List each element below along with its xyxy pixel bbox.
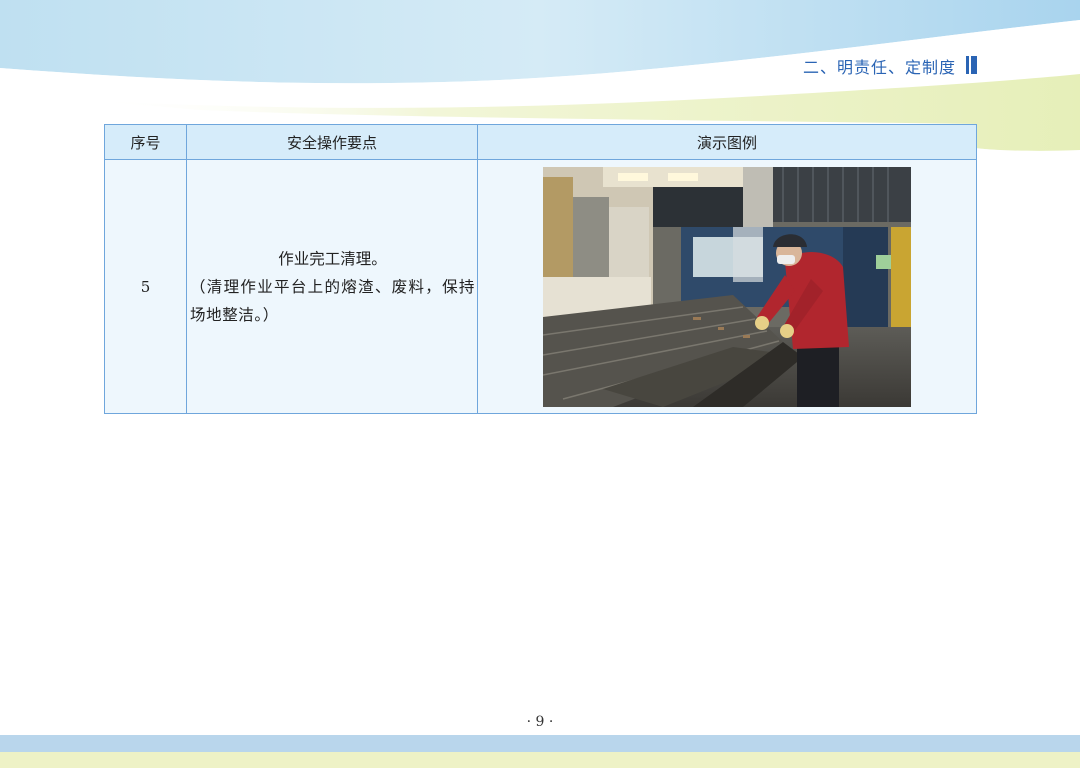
page-number: · 9 · (526, 714, 554, 730)
table-row: 5 作业完工清理。 （清理作业平台上的熔渣、废料，保持场地整洁。） (104, 159, 977, 414)
column-header-illustration: 演示图例 (477, 124, 977, 160)
worker-cleaning-platform-photo (543, 166, 911, 407)
row-key-point: 作业完工清理。 （清理作业平台上的熔渣、废料，保持场地整洁。） (186, 159, 478, 414)
document-page: 二、明责任、定制度 序号 安全操作要点 演示图例 5 作业完工清理。 （清理作业… (0, 0, 1080, 768)
key-point-note: （清理作业平台上的熔渣、废料，保持场地整洁。） (190, 277, 475, 324)
chapter-marker-icon (966, 56, 978, 74)
row-number: 5 (104, 159, 187, 414)
table-header-row: 序号 安全操作要点 演示图例 (104, 124, 977, 160)
column-header-number: 序号 (104, 124, 187, 160)
column-header-key-points: 安全操作要点 (186, 124, 478, 160)
footer-band-yellow (0, 752, 1080, 768)
row-illustration (477, 159, 977, 414)
footer-band-blue (0, 735, 1080, 752)
safety-operations-table: 序号 安全操作要点 演示图例 5 作业完工清理。 （清理作业平台上的熔渣、废料，… (104, 124, 977, 414)
chapter-heading: 二、明责任、定制度 (802, 58, 956, 77)
key-point-title: 作业完工清理。 (278, 249, 387, 268)
